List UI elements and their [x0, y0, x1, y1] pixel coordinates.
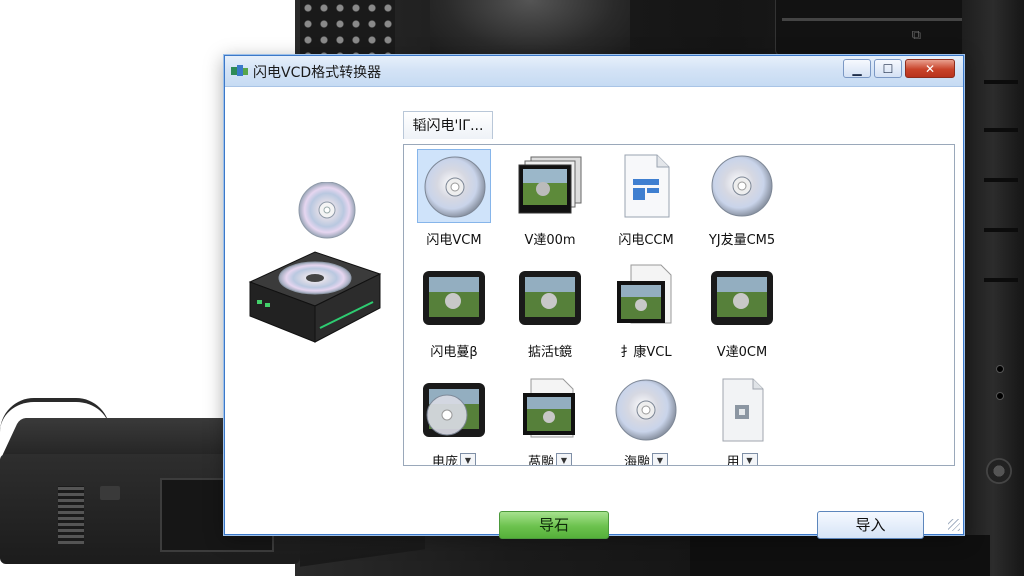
file-list-pane[interactable]: 闪电VCM V達00m 闪电CCM YJ犮量CM5 闪电蔓β 掂活t鏡 扌康VC…	[403, 144, 955, 466]
audio-jack-icon	[996, 392, 1004, 400]
file-label-dropdown[interactable]: 电庞 ▼	[431, 451, 476, 466]
file-label: 萵颱	[527, 455, 554, 466]
chevron-down-icon[interactable]: ▼	[741, 452, 758, 465]
resize-grip-icon[interactable]	[948, 519, 960, 531]
minimize-button[interactable]: ▁	[843, 59, 871, 78]
vent-slot	[984, 178, 1018, 182]
file-item[interactable]: 闪电CCM	[598, 149, 694, 248]
disc-drive-illustration-icon	[245, 181, 390, 352]
file-label: 掂活t鏡	[527, 345, 573, 360]
cd-disc-icon	[711, 155, 773, 217]
video-file-icon	[523, 378, 575, 438]
file-item[interactable]: V達0CM	[694, 261, 790, 360]
disc-video-icon	[423, 383, 485, 437]
file-label: 扌康VCL	[620, 345, 672, 360]
title-bar[interactable]: 闪电VCD格式转换器 ▁ ☐ ✕	[225, 56, 963, 87]
cd-disc-icon	[424, 156, 486, 218]
window-title: 闪电VCD格式转换器	[253, 65, 382, 81]
file-label: 电庞	[431, 455, 458, 466]
file-label-dropdown[interactable]: 萵颱 ▼	[527, 451, 572, 466]
path-tab[interactable]: 韬闪电'lΓ...	[403, 111, 493, 139]
file-label: 用	[726, 455, 740, 466]
file-label: 闪电蔓β	[430, 345, 478, 360]
vent-slot	[984, 80, 1018, 84]
blank-file-icon	[722, 378, 764, 442]
tower-side-panel	[962, 0, 1024, 576]
app-window: 闪电VCD格式转换器 ▁ ☐ ✕ 韬闪电'lΓ... 闪电VCM V達00m 闪…	[224, 55, 964, 539]
file-label: 海颱	[623, 455, 650, 466]
file-label-dropdown[interactable]: 用 ▼	[726, 451, 758, 466]
file-item[interactable]: 扌康VCL	[598, 261, 694, 360]
file-label: 闪电VCM	[426, 233, 482, 248]
file-item[interactable]: YJ犮量CM5	[694, 149, 790, 248]
app-icon	[231, 64, 248, 78]
tower-logo-icon: ⧉	[911, 28, 921, 43]
tower-grille	[300, 0, 395, 60]
window-client: 韬闪电'lΓ... 闪电VCM V達00m 闪电CCM YJ犮量CM5 闪电蔓β…	[225, 87, 963, 539]
drive-vent	[58, 486, 84, 544]
file-item[interactable]: 电庞 ▼	[406, 373, 502, 466]
export-button[interactable]: 导石	[499, 511, 609, 539]
chevron-down-icon[interactable]: ▼	[652, 452, 668, 465]
video-thumbnail-icon	[711, 271, 773, 325]
file-label: V達0CM	[716, 345, 768, 360]
tower-fan	[430, 0, 630, 60]
document-icon	[624, 154, 670, 218]
file-item[interactable]: V達00m	[502, 149, 598, 248]
maximize-button[interactable]: ☐	[874, 59, 902, 78]
file-item[interactable]: 闪电VCM	[406, 149, 502, 248]
tower-foot	[690, 535, 990, 576]
file-item[interactable]: 萵颱 ▼	[502, 373, 598, 466]
vent-slot	[984, 278, 1018, 282]
file-item[interactable]: 海颱 ▼	[598, 373, 694, 466]
chevron-down-icon[interactable]: ▼	[556, 452, 572, 465]
file-item[interactable]: 掂活t鏡	[502, 261, 598, 360]
drive-slot	[782, 18, 965, 21]
video-file-icon	[617, 264, 672, 324]
audio-jack-icon	[996, 365, 1004, 373]
vent-slot	[984, 228, 1018, 232]
video-thumbnail-icon	[423, 271, 485, 325]
cd-disc-icon	[615, 379, 677, 441]
file-label: YJ犮量CM5	[708, 233, 776, 248]
video-thumbnail-icon	[519, 271, 581, 325]
file-item[interactable]: 闪电蔓β	[406, 261, 502, 360]
import-button[interactable]: 导入	[817, 511, 924, 539]
close-button[interactable]: ✕	[905, 59, 955, 78]
power-button-icon	[986, 458, 1012, 484]
file-item[interactable]: 用 ▼	[694, 373, 790, 466]
drive-button	[100, 486, 120, 500]
file-label-dropdown[interactable]: 海颱 ▼	[623, 451, 668, 466]
tower-drive-bay: ⧉	[775, 0, 972, 56]
vent-slot	[984, 128, 1018, 132]
file-label: V達00m	[524, 233, 576, 248]
photo-stack-icon	[518, 156, 582, 214]
file-label: 闪电CCM	[618, 233, 674, 248]
chevron-down-icon[interactable]: ▼	[460, 452, 476, 465]
